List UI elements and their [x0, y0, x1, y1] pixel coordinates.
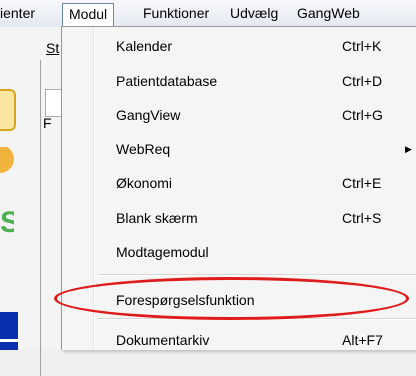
- menu-item-dokumentarkiv[interactable]: Dokumentarkiv Alt+F7: [62, 323, 416, 357]
- submenu-arrow-icon: ▶: [405, 144, 412, 154]
- menu-item-shortcut: Ctrl+E: [342, 175, 382, 191]
- tab-label-fragment[interactable]: St: [46, 40, 59, 56]
- menu-modul[interactable]: Modul: [62, 3, 115, 27]
- menu-item-webreq[interactable]: WebReq ▶: [62, 132, 416, 166]
- green-app-icon[interactable]: S: [0, 207, 14, 239]
- menu-item-modtagemodul[interactable]: Modtagemodul: [62, 235, 416, 269]
- menu-separator: [98, 274, 416, 276]
- menu-item-kalender[interactable]: Kalender Ctrl+K: [62, 29, 416, 63]
- menu-funktioner[interactable]: Funktioner: [137, 3, 215, 24]
- menu-item-label: Blank skærm: [116, 210, 198, 226]
- menu-item-shortcut: Ctrl+K: [342, 38, 382, 54]
- menu-patienter[interactable]: ienter: [0, 3, 41, 24]
- menu-item-label: WebReq: [116, 141, 171, 157]
- menu-item-label: Modtagemodul: [116, 244, 209, 260]
- menu-item-foresporgselsfunktion[interactable]: Forespørgselsfunktion: [62, 283, 416, 317]
- blue-app-icon[interactable]: [0, 312, 18, 350]
- background-app-panel: St F S: [0, 27, 65, 376]
- menu-item-blank-skaerm[interactable]: Blank skærm Ctrl+S: [62, 201, 416, 235]
- menu-item-okonomi[interactable]: Økonomi Ctrl+E: [62, 166, 416, 200]
- menu-separator: [98, 318, 416, 320]
- menu-item-label: Patientdatabase: [116, 73, 218, 89]
- panel-divider: [40, 60, 41, 376]
- menu-item-patientdatabase[interactable]: Patientdatabase Ctrl+D: [62, 64, 416, 98]
- menu-item-shortcut: Ctrl+D: [342, 73, 383, 89]
- menu-item-label: Kalender: [116, 38, 173, 54]
- menu-item-label: Forespørgselsfunktion: [116, 292, 255, 308]
- menu-bar: ienter Modul Funktioner Udvælg GangWeb: [0, 0, 416, 28]
- menu-item-label: Dokumentarkiv: [116, 332, 210, 348]
- menu-udvaelg[interactable]: Udvælg: [224, 3, 284, 24]
- menu-item-shortcut: Ctrl+S: [342, 210, 382, 226]
- menu-item-shortcut: Alt+F7: [342, 332, 383, 348]
- menu-item-label: GangView: [116, 107, 181, 123]
- menu-gangweb[interactable]: GangWeb: [291, 3, 366, 24]
- toolbar-icon[interactable]: [0, 89, 16, 131]
- menu-item-gangview[interactable]: GangView Ctrl+G: [62, 98, 416, 132]
- modul-dropdown-menu: Kalender Ctrl+K Patientdatabase Ctrl+D G…: [61, 26, 416, 350]
- menu-item-label: Økonomi: [116, 175, 173, 191]
- menu-item-shortcut: Ctrl+G: [342, 107, 383, 123]
- person-icon[interactable]: [0, 147, 14, 177]
- group-label-fragment: F: [43, 115, 52, 131]
